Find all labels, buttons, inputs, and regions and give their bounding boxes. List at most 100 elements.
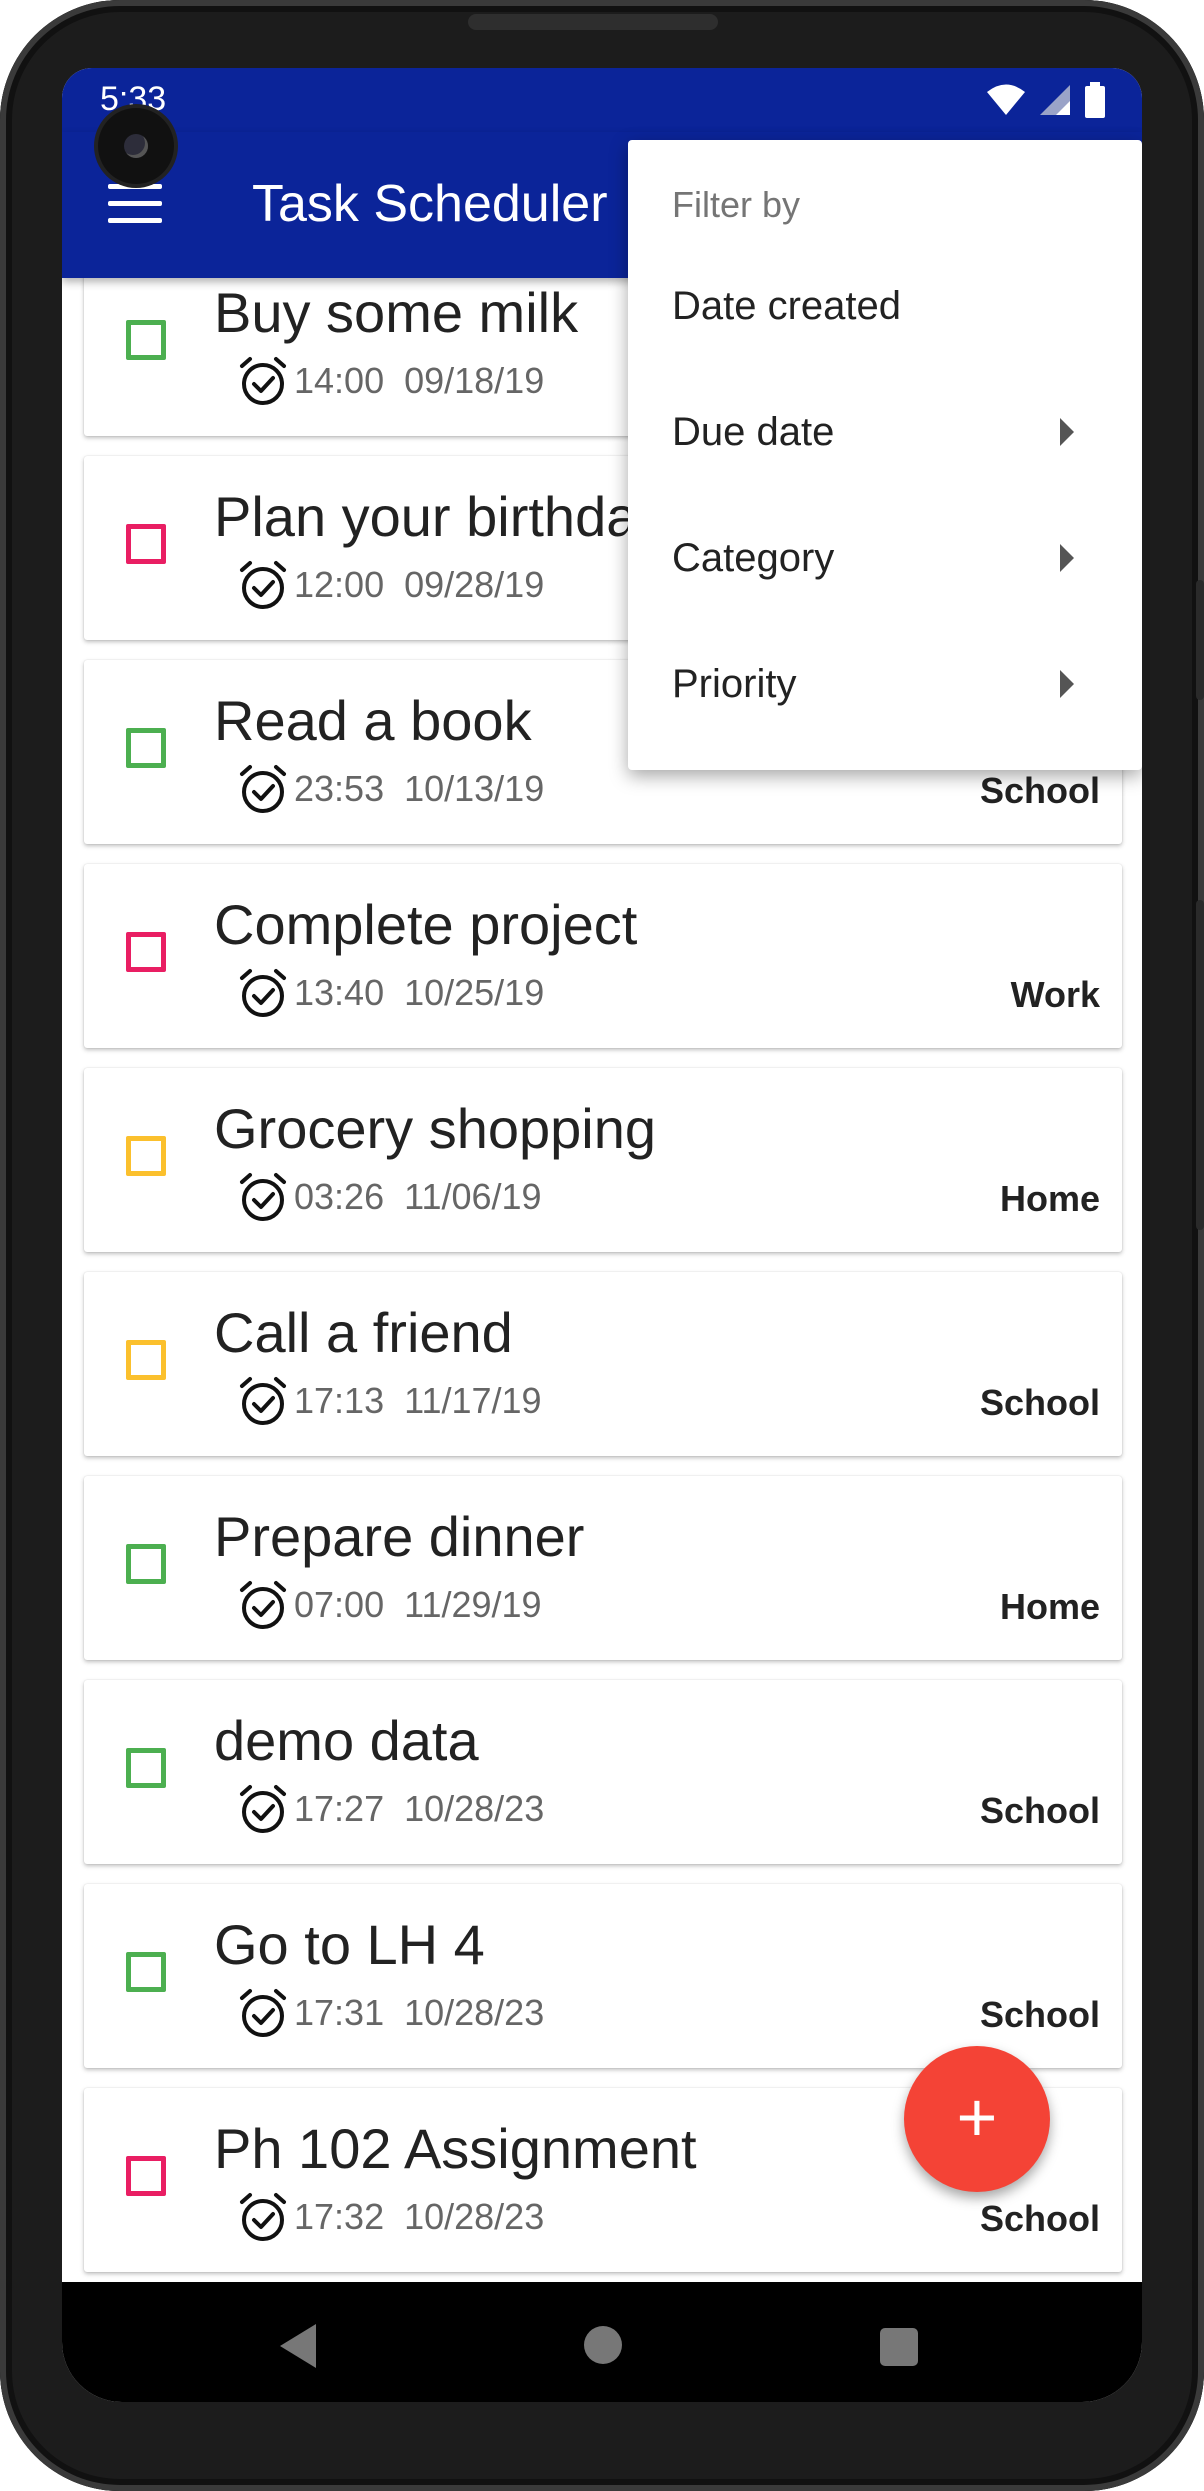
task-title: Ph 102 Assignment (214, 2117, 697, 2180)
task-date: 10/28/23 (404, 1788, 545, 1829)
task-date: 09/18/19 (404, 360, 545, 401)
task-card[interactable]: Prepare dinner 07:00 11/29/19 Home (84, 1476, 1122, 1660)
task-category: School (979, 770, 1100, 811)
wifi-icon (987, 84, 1025, 115)
phone-frame: 5:33 Task Scheduler Buy some milk 14:00 09… (0, 0, 1204, 2491)
task-time: 03:26 (294, 1176, 385, 1217)
task-category: School (979, 1994, 1100, 2035)
hamburger-menu-icon[interactable] (108, 184, 162, 224)
volume-button (1196, 580, 1204, 700)
task-time: 07:00 (294, 1584, 385, 1625)
task-checkbox[interactable] (126, 524, 166, 564)
status-icons (986, 82, 1106, 118)
task-card[interactable]: Call a friend 17:13 11/17/19 School (84, 1272, 1122, 1456)
task-time: 17:31 (294, 1992, 385, 2033)
task-checkbox[interactable] (126, 932, 166, 972)
task-time: 17:13 (294, 1380, 385, 1421)
task-category: Home (999, 1178, 1100, 1219)
recent-apps-icon[interactable] (880, 2328, 918, 2366)
filter-item-label: Due date (672, 410, 835, 454)
task-due: 23:53 10/13/19 (294, 768, 544, 810)
filter-item-label: Priority (672, 662, 797, 706)
task-title: Complete project (214, 893, 638, 956)
back-icon[interactable] (280, 2324, 316, 2368)
task-date: 10/28/23 (404, 2196, 545, 2237)
task-checkbox[interactable] (126, 1340, 166, 1380)
task-category: Home (999, 1586, 1100, 1627)
task-title: Plan your birthday (214, 485, 666, 548)
task-card[interactable]: Complete project 13:40 10/25/19 Work (84, 864, 1122, 1048)
task-date: 10/25/19 (404, 972, 545, 1013)
task-time: 17:32 (294, 2196, 385, 2237)
task-checkbox[interactable] (126, 1952, 166, 1992)
task-checkbox[interactable] (126, 2156, 166, 2196)
filter-item-label: Category (672, 536, 835, 580)
task-due: 14:00 09/18/19 (294, 360, 544, 402)
task-due: 17:32 10/28/23 (294, 2196, 544, 2238)
task-title: Grocery shopping (214, 1097, 657, 1160)
task-time: 12:00 (294, 564, 385, 605)
submenu-arrow-icon (1060, 544, 1074, 572)
app-title: Task Scheduler (252, 175, 608, 233)
task-due: 03:26 11/06/19 (294, 1176, 542, 1218)
task-category: School (979, 1790, 1100, 1831)
task-checkbox[interactable] (126, 1544, 166, 1584)
filter-item-priority[interactable]: Priority (628, 622, 1142, 748)
status-bar: 5:33 (62, 68, 1142, 132)
task-checkbox[interactable] (126, 1748, 166, 1788)
add-task-button[interactable]: + (904, 2046, 1050, 2192)
task-due: 07:00 11/29/19 (294, 1584, 542, 1626)
task-due: 13:40 10/25/19 (294, 972, 544, 1014)
task-due: 17:13 11/17/19 (294, 1380, 542, 1422)
speaker-grille (468, 14, 718, 30)
filter-menu-header: Filter by (672, 184, 801, 225)
alarm-check-icon (236, 1578, 290, 1632)
task-date: 11/17/19 (404, 1380, 542, 1421)
task-time: 23:53 (294, 768, 385, 809)
alarm-check-icon (236, 354, 290, 408)
task-checkbox[interactable] (126, 320, 166, 360)
task-title: Buy some milk (214, 281, 579, 344)
task-time: 14:00 (294, 360, 385, 401)
submenu-arrow-icon (1060, 418, 1074, 446)
task-title: Read a book (214, 689, 532, 752)
filter-item-label: Date created (672, 284, 902, 328)
filter-item-category[interactable]: Category (628, 496, 1142, 622)
task-date: 10/13/19 (404, 768, 545, 809)
task-due: 17:31 10/28/23 (294, 1992, 544, 2034)
task-title: demo data (214, 1709, 479, 1772)
filter-item-date-created[interactable]: Date created (628, 244, 1142, 370)
alarm-check-icon (236, 1782, 290, 1836)
task-category: School (979, 1382, 1100, 1423)
front-camera (98, 108, 174, 184)
signal-icon (1040, 85, 1070, 115)
alarm-check-icon (236, 966, 290, 1020)
filter-dropdown-menu: Filter by Date created Due date Category… (628, 140, 1142, 770)
alarm-check-icon (236, 2190, 290, 2244)
alarm-check-icon (236, 1986, 290, 2040)
task-category: Work (1010, 974, 1100, 1015)
task-date: 11/29/19 (404, 1584, 542, 1625)
task-card[interactable]: demo data 17:27 10/28/23 School (84, 1680, 1122, 1864)
filter-item-due-date[interactable]: Due date (628, 370, 1142, 496)
home-icon[interactable] (584, 2326, 622, 2364)
task-time: 17:27 (294, 1788, 385, 1829)
task-date: 10/28/23 (404, 1992, 545, 2033)
task-time: 13:40 (294, 972, 385, 1013)
task-card[interactable]: Grocery shopping 03:26 11/06/19 Home (84, 1068, 1122, 1252)
alarm-check-icon (236, 1170, 290, 1224)
alarm-check-icon (236, 558, 290, 612)
task-title: Prepare dinner (214, 1505, 585, 1568)
screen: 5:33 Task Scheduler Buy some milk 14:00 09… (62, 68, 1142, 2402)
task-category: School (979, 2198, 1100, 2239)
navigation-bar (62, 2282, 1142, 2402)
task-checkbox[interactable] (126, 728, 166, 768)
task-title: Call a friend (214, 1301, 513, 1364)
task-due: 12:00 09/28/19 (294, 564, 544, 606)
submenu-arrow-icon (1060, 670, 1074, 698)
power-button (1196, 900, 1204, 1230)
task-title: Go to LH 4 (214, 1913, 485, 1976)
task-checkbox[interactable] (126, 1136, 166, 1176)
task-date: 09/28/19 (404, 564, 545, 605)
task-card[interactable]: Go to LH 4 17:31 10/28/23 School (84, 1884, 1122, 2068)
